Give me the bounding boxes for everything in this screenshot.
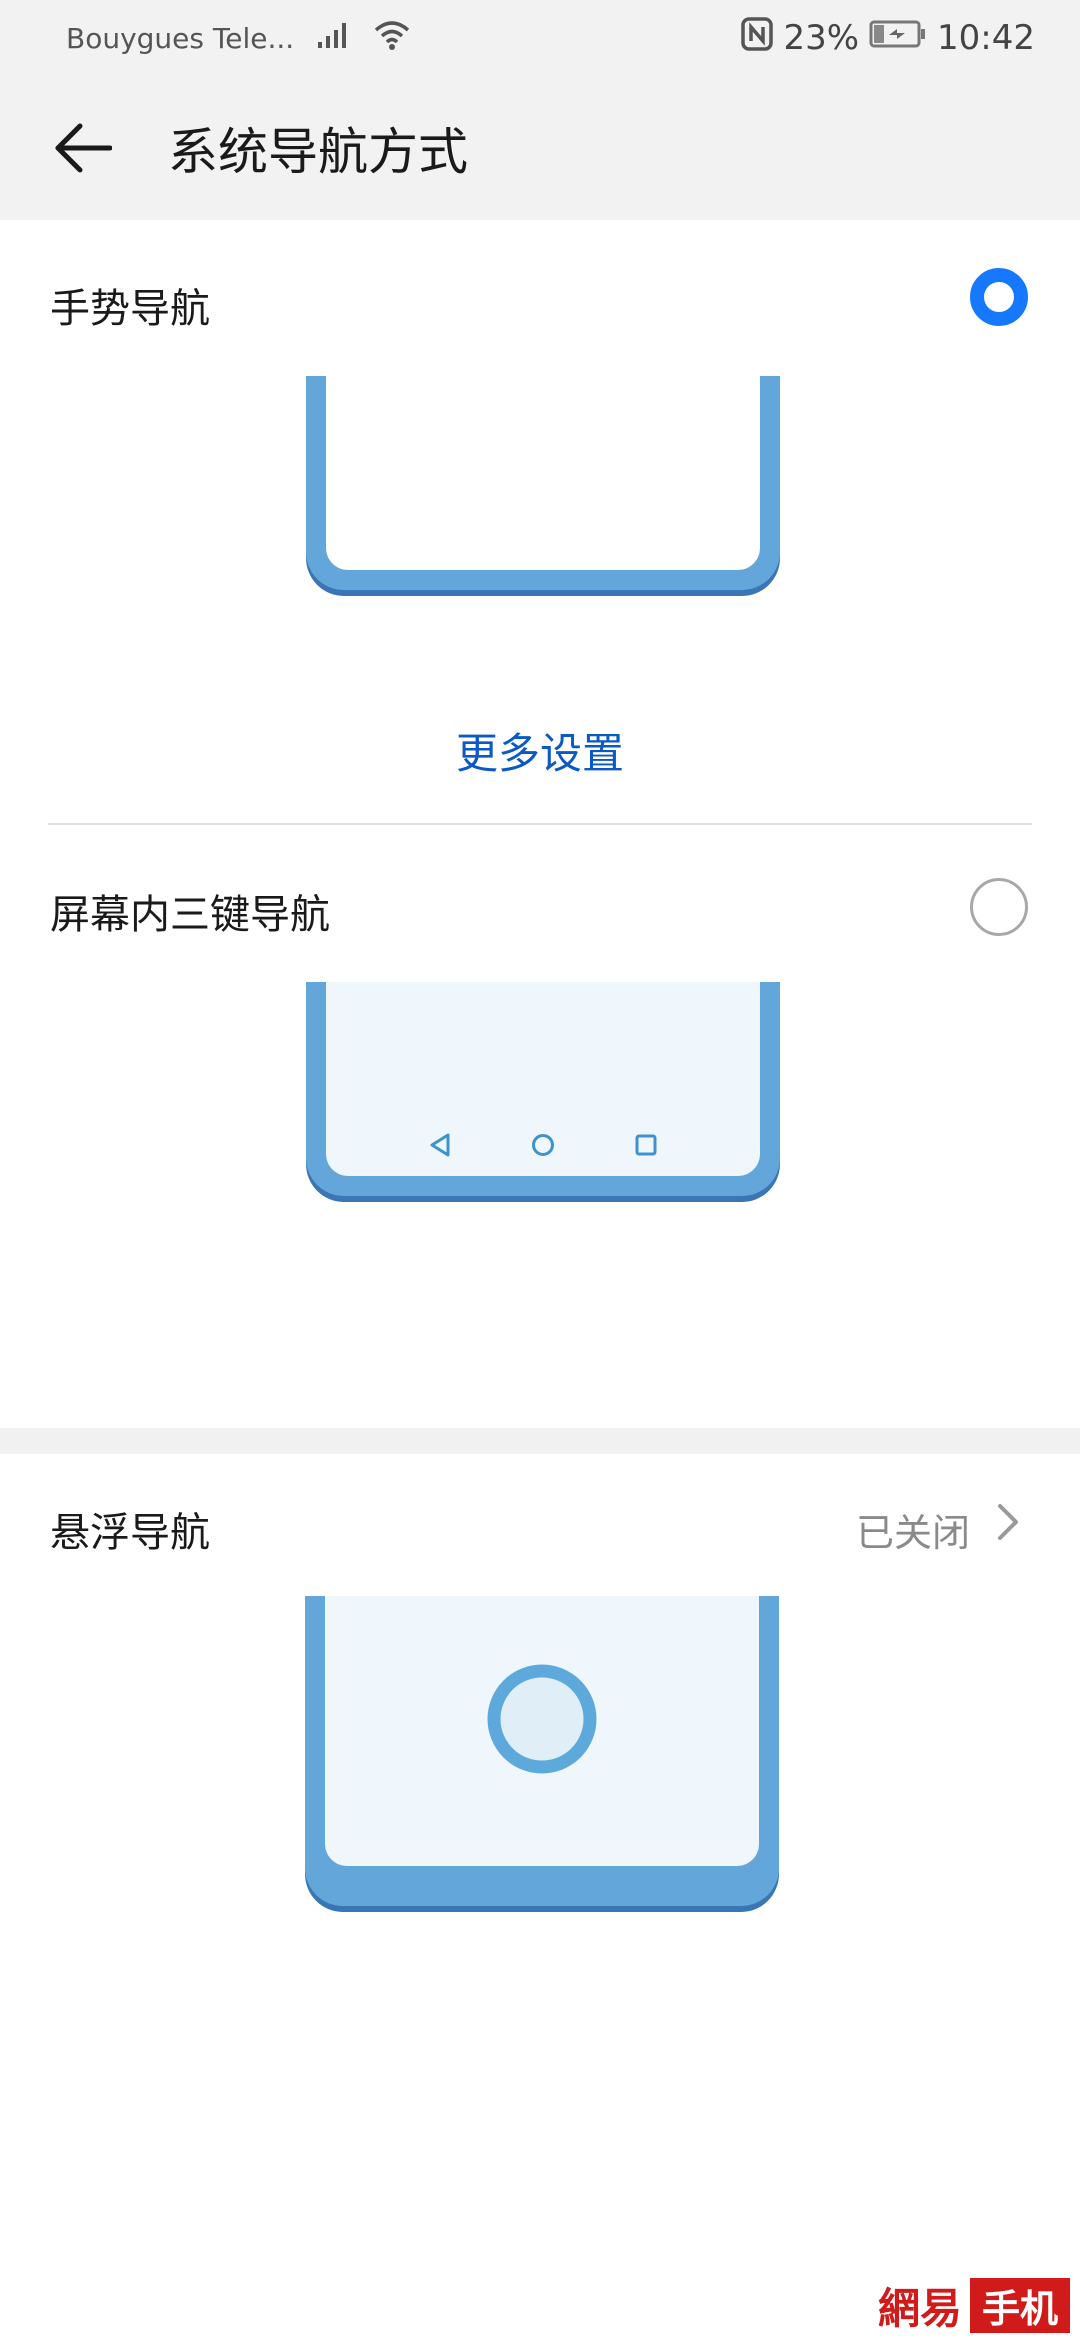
navigation-mode-group: 手势导航 更多设置 屏幕内三键导航: [0, 220, 1080, 1428]
status-bar: Bouygues Tele... 23% 10:42: [0, 0, 1080, 76]
chevron-right-icon: [998, 1504, 1018, 1540]
app-bar: 系统导航方式: [0, 76, 1080, 220]
status-left: Bouygues Tele...: [66, 18, 412, 59]
watermark: 網易 手机: [878, 2275, 1070, 2336]
floating-phone-illustration: [305, 1596, 779, 1916]
battery-percent: 23%: [783, 18, 860, 58]
watermark-brand: 網易: [877, 2284, 962, 2333]
nfc-icon: [741, 16, 774, 60]
back-arrow-icon: [55, 123, 112, 173]
page-title: 系统导航方式: [168, 123, 468, 181]
section-gap: [0, 1428, 1080, 1454]
recents-square-icon: [635, 1134, 657, 1156]
floating-dock-icon: [487, 1664, 597, 1774]
clock: 10:42: [937, 18, 1035, 58]
home-circle-icon: [532, 1134, 554, 1156]
divider: [48, 823, 1032, 825]
three-key-navigation-option[interactable]: 屏幕内三键导航: [0, 826, 1080, 1426]
gesture-navigation-radio[interactable]: [970, 268, 1028, 326]
more-settings-link[interactable]: 更多设置: [0, 720, 1080, 781]
floating-navigation-status: 已关闭: [855, 1511, 970, 1555]
carrier-name: Bouygues Tele...: [66, 21, 295, 55]
floating-navigation-section: 悬浮导航 已关闭 網易 手机: [0, 1454, 1080, 2340]
battery-charging-icon: [869, 18, 927, 58]
back-button[interactable]: [28, 93, 138, 203]
gesture-phone-illustration: [306, 376, 780, 596]
floating-navigation-label: 悬浮导航: [50, 1510, 210, 1556]
wifi-icon: [372, 18, 412, 59]
status-right: 23% 10:42: [741, 16, 1035, 60]
gesture-navigation-label: 手势导航: [50, 286, 210, 332]
phone-screen: [326, 982, 760, 1176]
three-key-navigation-radio[interactable]: [970, 878, 1028, 936]
floating-navigation-row[interactable]: 悬浮导航 已关闭: [0, 1454, 1080, 1594]
phone-screen: [326, 376, 760, 570]
gesture-navigation-option[interactable]: 手势导航: [0, 220, 1080, 800]
three-key-phone-illustration: [306, 982, 780, 1202]
signal-icon: [316, 20, 350, 57]
back-triangle-icon: [430, 1133, 450, 1157]
watermark-tag: 手机: [969, 2278, 1070, 2333]
three-key-navigation-label: 屏幕内三键导航: [50, 892, 330, 938]
phone-screen: [325, 1596, 759, 1866]
